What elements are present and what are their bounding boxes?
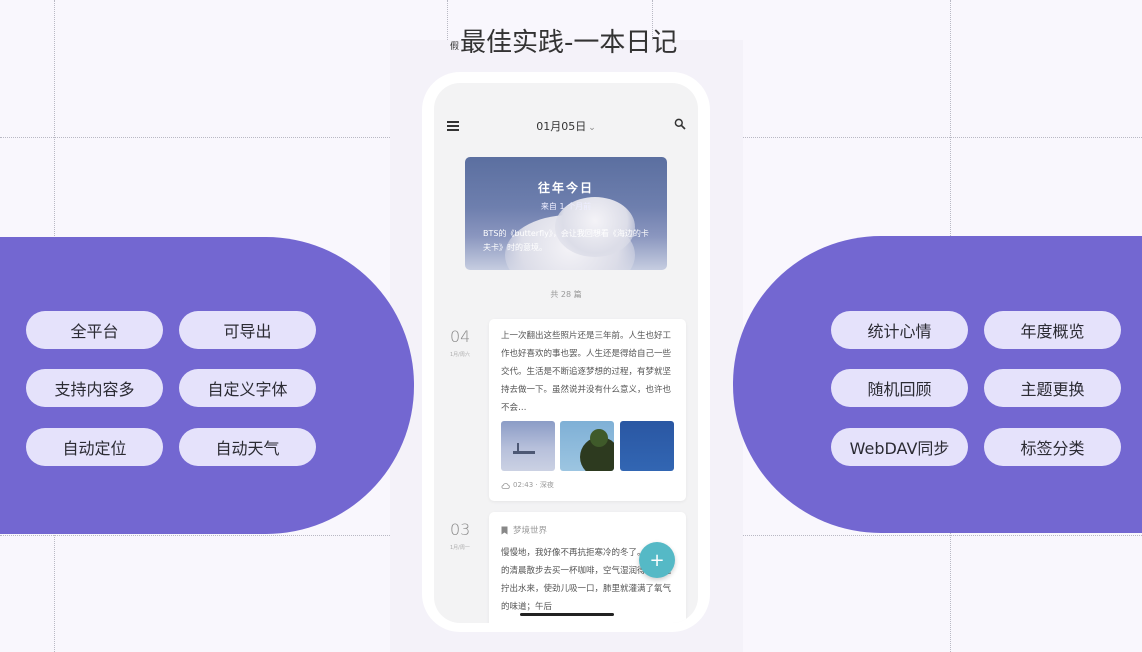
feature-pill: 年度概览 xyxy=(984,311,1121,349)
photo-thumbnail[interactable] xyxy=(501,421,555,471)
feature-pill: 统计心情 xyxy=(831,311,968,349)
photo-thumbnail[interactable] xyxy=(620,421,674,471)
page-title: 假 最佳实践-一本日记 xyxy=(450,22,750,58)
memory-card[interactable]: 往年今日 来自 1 个月前 BTS的《butterfly》，会让我回想看《海边的… xyxy=(465,157,667,270)
entry-meta: 02:43 · 深夜 xyxy=(501,480,554,490)
feature-pill: 全平台 xyxy=(26,311,163,349)
cloud-icon xyxy=(501,482,510,489)
feature-pill: 自动天气 xyxy=(179,428,316,466)
feature-pill: WebDAV同步 xyxy=(831,428,968,466)
entry-time: 02:43 · 深夜 xyxy=(513,481,554,489)
feature-pill: 标签分类 xyxy=(984,428,1121,466)
feature-pill: 自定义字体 xyxy=(179,369,316,407)
feature-pill: 主题更换 xyxy=(984,369,1121,407)
entry-place-name: 梦境世界 xyxy=(513,526,548,536)
left-feature-panel: 全平台 可导出 支持内容多 自定义字体 自动定位 自动天气 xyxy=(0,237,414,534)
day-number: 04 xyxy=(450,327,471,346)
day-weekday: 1月/周六 xyxy=(450,352,470,358)
search-icon[interactable] xyxy=(674,118,686,130)
home-indicator xyxy=(520,613,614,616)
plus-icon: + xyxy=(649,549,665,571)
memory-card-subtitle: 来自 1 个月前 xyxy=(540,202,592,211)
date-selector[interactable]: 01月05日 ⌄ xyxy=(434,118,698,134)
chevron-down-icon: ⌄ xyxy=(588,123,596,133)
memory-card-title: 往年今日 xyxy=(537,181,594,195)
app-top-bar: 01月05日 ⌄ xyxy=(434,113,698,139)
feature-pill: 随机回顾 xyxy=(831,369,968,407)
entry-count: 共 28 篇 xyxy=(550,290,582,299)
header-date: 01月05日 xyxy=(536,120,587,133)
phone-screen: 01月05日 ⌄ 往年今日 来自 1 个月前 BTS的《butterfly》，会让… xyxy=(434,83,698,623)
feature-pill: 自动定位 xyxy=(26,428,163,466)
feature-pill: 支持内容多 xyxy=(26,369,163,407)
right-feature-panel: 统计心情 年度概览 随机回顾 主题更换 WebDAV同步 标签分类 xyxy=(733,236,1142,533)
diary-entry-card[interactable]: 上一次翻出这些照片还是三年前。人生也好工作也好喜欢的事也罢。人生还是得给自己一些… xyxy=(489,319,686,501)
feature-pill: 可导出 xyxy=(179,311,316,349)
title-prefix: 假 xyxy=(450,41,460,52)
entry-text: 上一次翻出这些照片还是三年前。人生也好工作也好喜欢的事也罢。人生还是得给自己一些… xyxy=(501,331,672,413)
memory-card-text: BTS的《butterfly》，会让我回想看《海边的卡夫卡》时的意境。 xyxy=(483,229,649,252)
title-text: 最佳实践-一本日记 xyxy=(460,27,678,58)
add-entry-button[interactable]: + xyxy=(639,542,675,578)
photo-thumbnail[interactable] xyxy=(560,421,614,471)
entry-place: 梦境世界 xyxy=(501,524,547,536)
day-number: 03 xyxy=(450,520,471,539)
day-weekday: 1月/周一 xyxy=(450,545,470,551)
bookmark-icon xyxy=(501,526,508,534)
